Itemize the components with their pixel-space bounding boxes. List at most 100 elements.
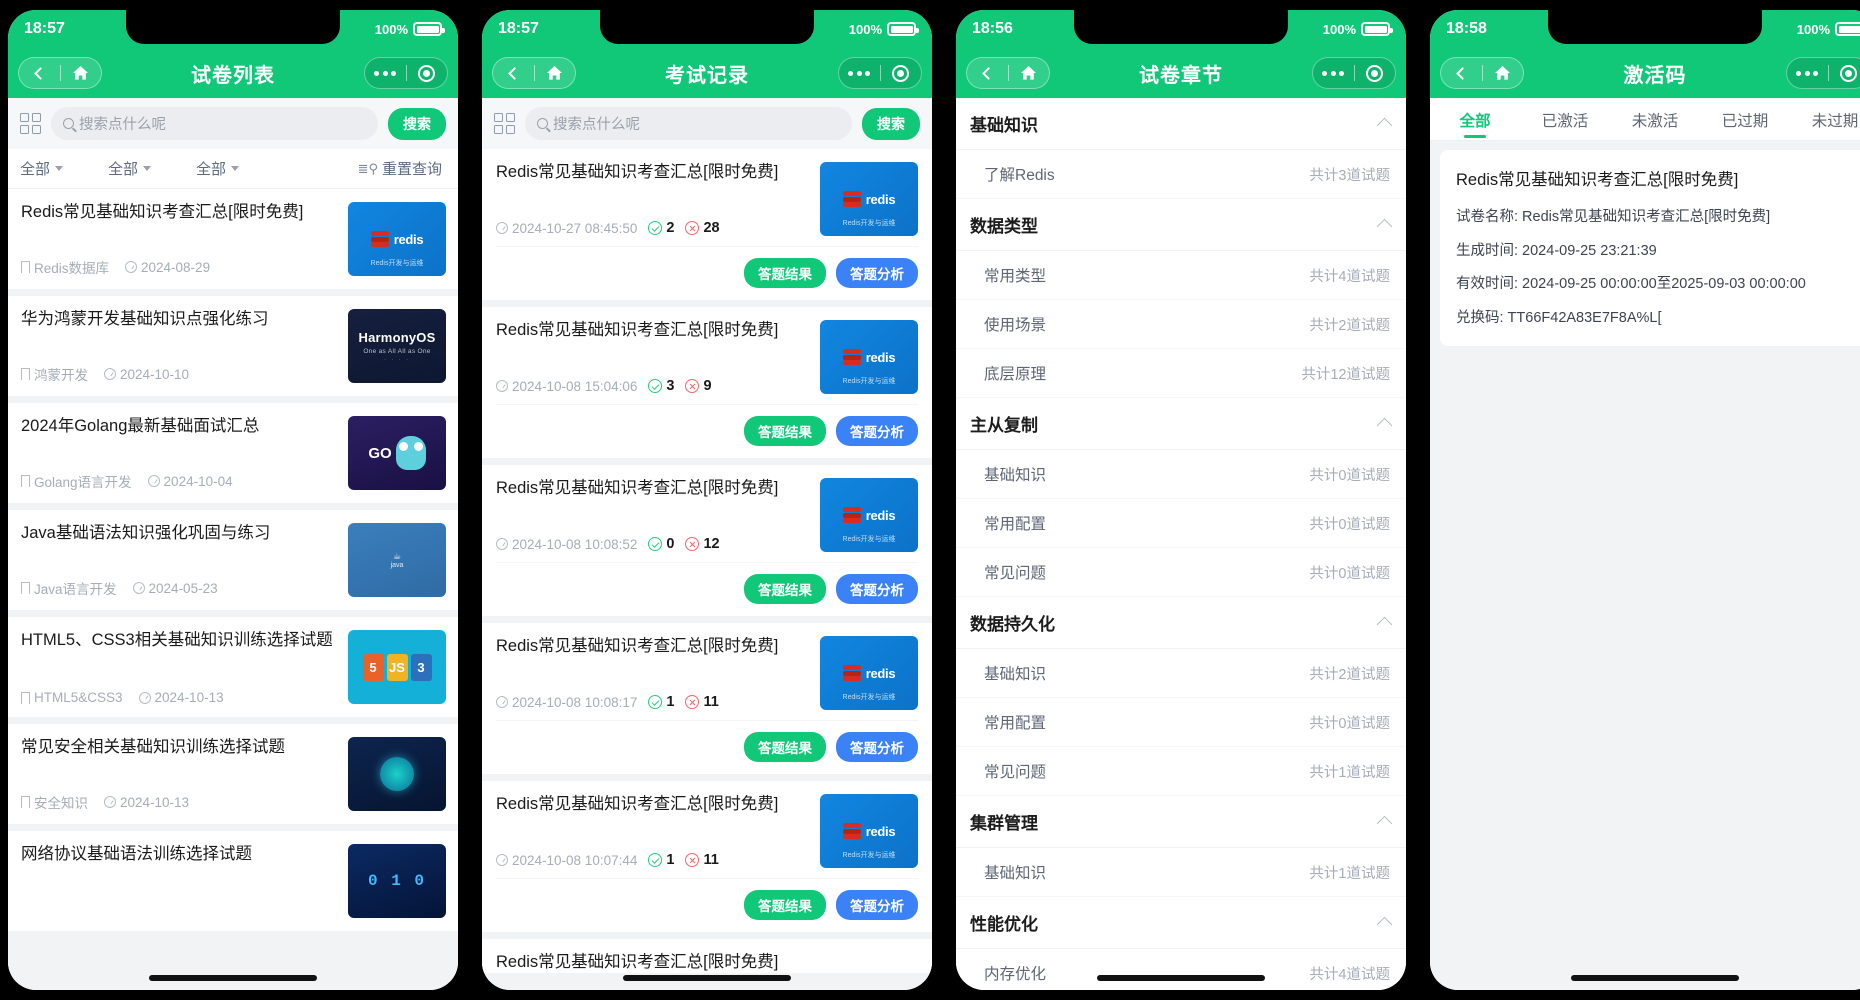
answer-result-button[interactable]: 答题结果: [744, 890, 826, 920]
chapter-item[interactable]: 使用场景 共计2道试题: [956, 300, 1406, 349]
chevron-up-icon[interactable]: [1376, 916, 1393, 933]
chapter-group-header[interactable]: 数据持久化: [956, 597, 1406, 649]
paper-tag: Redis数据库: [20, 257, 109, 278]
chapter-group-header[interactable]: 主从复制: [956, 398, 1406, 450]
chapter-item[interactable]: 了解Redis 共计3道试题: [956, 150, 1406, 199]
answer-result-button[interactable]: 答题结果: [744, 732, 826, 762]
filter-dropdown-3[interactable]: 全部: [196, 158, 284, 179]
tab-activated[interactable]: 已激活: [1520, 98, 1610, 140]
grid-icon[interactable]: [494, 113, 515, 134]
back-button[interactable]: [493, 66, 534, 80]
list-item[interactable]: 华为鸿蒙开发基础知识点强化练习 鸿蒙开发 2024-10-10 HarmonyO…: [8, 296, 458, 396]
chapter-list[interactable]: 基础知识 了解Redis 共计3道试题 数据类型 常用类型 共计4道试题 使用场…: [956, 98, 1406, 990]
nav-capsule-right[interactable]: [364, 57, 448, 89]
search-button[interactable]: 搜索: [862, 107, 920, 140]
nav-capsule-left[interactable]: [966, 57, 1050, 89]
answer-analysis-button[interactable]: 答题分析: [836, 890, 918, 920]
chapter-item[interactable]: 内存优化 共计4道试题: [956, 949, 1406, 990]
filter-label: 全部: [196, 161, 227, 178]
chapter-item[interactable]: 常见问题 共计1道试题: [956, 747, 1406, 796]
answer-result-button[interactable]: 答题结果: [744, 258, 826, 288]
list-item[interactable]: Redis常见基础知识考查汇总[限时免费] 2024-10-08 15:04:0…: [482, 307, 932, 458]
clock-icon: [496, 380, 508, 392]
search-input[interactable]: 搜索点什么呢: [525, 107, 852, 140]
list-item[interactable]: 常见安全相关基础知识训练选择试题 安全知识 2024-10-13: [8, 724, 458, 824]
home-button[interactable]: [1482, 65, 1523, 81]
list-item[interactable]: Redis常见基础知识考查汇总[限时免费] 试卷名称: Redis常见基础知识考…: [1440, 150, 1860, 347]
nav-capsule-right[interactable]: [1786, 57, 1860, 89]
back-button[interactable]: [1441, 66, 1482, 80]
list-item[interactable]: Redis常见基础知识考查汇总[限时免费] 2024-10-08 10:08:1…: [482, 623, 932, 774]
home-button[interactable]: [534, 65, 575, 81]
answer-result-button[interactable]: 答题结果: [744, 574, 826, 604]
home-button[interactable]: [1008, 65, 1049, 81]
answer-result-button[interactable]: 答题结果: [744, 416, 826, 446]
activation-title: Redis常见基础知识考查汇总[限时免费]: [1456, 171, 1739, 189]
target-button[interactable]: [1354, 64, 1395, 82]
record-list[interactable]: Redis常见基础知识考查汇总[限时免费] 2024-10-27 08:45:5…: [482, 149, 932, 990]
paper-list[interactable]: Redis常见基础知识考查汇总[限时免费] Redis数据库 2024-08-2…: [8, 189, 458, 990]
tab-not-activated[interactable]: 未激活: [1610, 98, 1700, 140]
chapter-label: 常见问题: [984, 764, 1047, 781]
chevron-up-icon[interactable]: [1376, 616, 1393, 633]
filter-dropdown-1[interactable]: 全部: [20, 158, 108, 179]
target-button[interactable]: [880, 64, 921, 82]
nav-capsule-left[interactable]: [18, 57, 102, 89]
chapter-label: 常见问题: [984, 565, 1047, 582]
chapter-count: 共计1道试题: [1309, 865, 1390, 882]
list-item[interactable]: Redis常见基础知识考查汇总[限时免费] 2024-10-08 10:07:4…: [482, 781, 932, 932]
list-item[interactable]: 网络协议基础语法训练选择试题 0 1 0: [8, 831, 458, 931]
list-item[interactable]: Java基础语法知识强化巩固与练习 Java语言开发 2024-05-23 ☕ j…: [8, 510, 458, 610]
more-button[interactable]: [1313, 70, 1354, 76]
more-button[interactable]: [365, 70, 406, 76]
phone-exam-records: 18:57 100% 考试记录 搜索点什么呢 搜索 Redis常见基础知识考查汇…: [476, 4, 938, 996]
chevron-up-icon[interactable]: [1376, 218, 1393, 235]
back-button[interactable]: [19, 66, 60, 80]
tab-expired[interactable]: 已过期: [1700, 98, 1790, 140]
answer-analysis-button[interactable]: 答题分析: [836, 574, 918, 604]
more-button[interactable]: [839, 70, 880, 76]
list-item[interactable]: 2024年Golang最新基础面试汇总 Golang语言开发 2024-10-0…: [8, 403, 458, 503]
chevron-up-icon[interactable]: [1376, 117, 1393, 134]
list-item[interactable]: Redis常见基础知识考查汇总[限时免费] 2024-10-27 08:45:5…: [482, 149, 932, 300]
chapter-item[interactable]: 常用配置 共计0道试题: [956, 499, 1406, 548]
tab-not-expired[interactable]: 未过期: [1790, 98, 1860, 140]
list-item[interactable]: Redis常见基础知识考查汇总[限时免费]: [482, 939, 932, 974]
filter-dropdown-2[interactable]: 全部: [108, 158, 196, 179]
chapter-item[interactable]: 常用配置 共计0道试题: [956, 698, 1406, 747]
chapter-group-header[interactable]: 数据类型: [956, 199, 1406, 251]
chapter-item[interactable]: 常见问题 共计0道试题: [956, 548, 1406, 597]
nav-capsule-left[interactable]: [1440, 57, 1524, 89]
answer-analysis-button[interactable]: 答题分析: [836, 258, 918, 288]
chapter-item[interactable]: 基础知识 共计0道试题: [956, 450, 1406, 499]
more-dots-icon: [374, 70, 397, 76]
nav-capsule-left[interactable]: [492, 57, 576, 89]
activation-list[interactable]: Redis常见基础知识考查汇总[限时免费] 试卷名称: Redis常见基础知识考…: [1430, 141, 1860, 990]
grid-icon[interactable]: [20, 113, 41, 134]
target-button[interactable]: [406, 64, 447, 82]
search-button[interactable]: 搜索: [388, 107, 446, 140]
back-button[interactable]: [967, 66, 1008, 80]
chevron-up-icon[interactable]: [1376, 417, 1393, 434]
list-item[interactable]: Redis常见基础知识考查汇总[限时免费] Redis数据库 2024-08-2…: [8, 189, 458, 289]
reset-query-button[interactable]: ≣⚲ 重置查询: [358, 158, 442, 179]
chapter-item[interactable]: 基础知识 共计1道试题: [956, 848, 1406, 897]
chevron-up-icon[interactable]: [1376, 815, 1393, 832]
chapter-item[interactable]: 常用类型 共计4道试题: [956, 251, 1406, 300]
target-button[interactable]: [1828, 64, 1860, 82]
search-input[interactable]: 搜索点什么呢: [51, 107, 378, 140]
chapter-group-header[interactable]: 基础知识: [956, 98, 1406, 150]
chapter-item[interactable]: 基础知识 共计2道试题: [956, 649, 1406, 698]
chapter-item[interactable]: 底层原理 共计12道试题: [956, 349, 1406, 398]
answer-analysis-button[interactable]: 答题分析: [836, 416, 918, 446]
chapter-group-header[interactable]: 集群管理: [956, 796, 1406, 848]
list-item[interactable]: Redis常见基础知识考查汇总[限时免费] 2024-10-08 10:08:5…: [482, 465, 932, 616]
answer-analysis-button[interactable]: 答题分析: [836, 732, 918, 762]
chapter-group-header[interactable]: 性能优化: [956, 897, 1406, 949]
more-button[interactable]: [1787, 70, 1828, 76]
home-button[interactable]: [60, 65, 101, 81]
tab-all[interactable]: 全部: [1430, 98, 1520, 140]
nav-capsule-right[interactable]: [838, 57, 922, 89]
list-item[interactable]: HTML5、CSS3相关基础知识训练选择试题 HTML5&CSS3 2024-1…: [8, 617, 458, 717]
nav-capsule-right[interactable]: [1312, 57, 1396, 89]
